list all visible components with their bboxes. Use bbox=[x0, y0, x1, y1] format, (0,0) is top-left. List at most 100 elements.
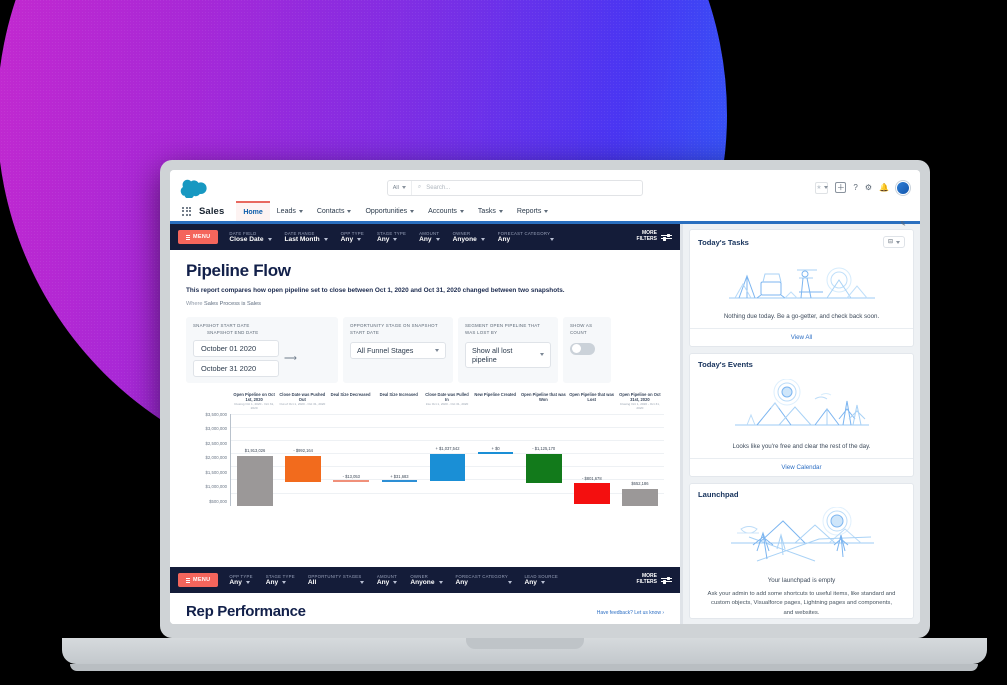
segment-lost-control: SEGMENT OPEN PIPELINE THAT WAS LOST BY S… bbox=[458, 317, 558, 383]
opportunity-stage-select[interactable]: All Funnel Stages bbox=[350, 341, 446, 359]
nav-tab-tasks[interactable]: Tasks bbox=[471, 201, 510, 221]
waterfall-chart: Open Pipeline on Oct 1st, 2020 Closing Oc… bbox=[170, 383, 680, 561]
show-as-label-line2: COUNT bbox=[570, 330, 587, 336]
pencil-edit-icon[interactable]: ✎ bbox=[900, 220, 906, 228]
global-search-box[interactable]: All ⌕ Search... bbox=[386, 179, 643, 196]
chart-y-tick: $2,500,000 bbox=[205, 440, 227, 446]
filter-opp-type[interactable]: OPP TYPE Any bbox=[341, 231, 364, 243]
search-scope-dropdown[interactable]: All bbox=[388, 180, 412, 195]
add-icon[interactable]: ＋ bbox=[835, 182, 847, 193]
chart-bar[interactable] bbox=[477, 452, 514, 454]
chart-bar-column[interactable]: - $992,164 bbox=[279, 414, 327, 506]
chart-bar-column[interactable]: - $1,125,170 bbox=[520, 414, 568, 506]
empty-tasks-illustration bbox=[690, 250, 913, 312]
help-icon[interactable]: ? bbox=[853, 183, 857, 192]
chart-bar-column[interactable]: $1,913,026 bbox=[231, 414, 279, 506]
nav-tab-label: Home bbox=[243, 208, 263, 216]
bfilter-forecast-category[interactable]: FORECAST CATEGORY Any bbox=[456, 574, 512, 586]
segment-lost-select[interactable]: Show all lost pipeline bbox=[465, 341, 551, 368]
setup-gear-icon[interactable]: ⚙ bbox=[865, 183, 872, 192]
user-avatar[interactable] bbox=[896, 180, 910, 195]
chart-bar[interactable] bbox=[237, 455, 273, 506]
chart-bar[interactable] bbox=[429, 453, 466, 482]
bfilter-stage-type[interactable]: STAGE TYPE Any bbox=[266, 574, 295, 586]
bfilter-opp-type[interactable]: OPP TYPE Any bbox=[229, 574, 252, 586]
chart-bar[interactable] bbox=[381, 480, 418, 482]
chart-bar-column[interactable]: - $13,053 bbox=[327, 414, 375, 506]
chart-column-title: Open Pipeline on Oct 1st, 2020 bbox=[233, 391, 275, 403]
chevron-down-icon bbox=[359, 581, 364, 584]
chevron-down-icon bbox=[435, 238, 440, 241]
report-header-block: Pipeline Flow This report compares how o… bbox=[170, 250, 680, 307]
filter-date-field[interactable]: DATE FIELD Close Date bbox=[229, 231, 272, 243]
chart-bar-column[interactable]: + $0 bbox=[472, 414, 520, 506]
app-launcher-icon[interactable] bbox=[182, 206, 191, 216]
top-filter-bar: MENU DATE FIELD Close Date DATE RANGE La… bbox=[170, 224, 680, 250]
nav-tab-leads[interactable]: Leads bbox=[270, 201, 310, 221]
nav-tab-reports[interactable]: Reports bbox=[510, 201, 556, 221]
chart-bar-column[interactable]: + $31,683 bbox=[375, 414, 423, 506]
search-input-placeholder[interactable]: Search... bbox=[426, 185, 450, 191]
snapshot-end-date-input[interactable]: October 31 2020 bbox=[193, 359, 279, 377]
chevron-down-icon bbox=[549, 238, 554, 241]
chart-bar-column[interactable]: - $801,678 bbox=[568, 414, 616, 506]
bfilter-owner[interactable]: OWNER Anyone bbox=[410, 574, 443, 586]
nav-tab-accounts[interactable]: Accounts bbox=[421, 201, 471, 221]
filter-owner[interactable]: OWNER Anyone bbox=[453, 231, 485, 243]
hamburger-icon bbox=[186, 577, 190, 583]
chart-bar-column[interactable]: $652,186 bbox=[616, 414, 664, 506]
bfilter-lead-source[interactable]: LEAD SOURCE Any bbox=[525, 574, 559, 586]
page-title: Pipeline Flow bbox=[186, 261, 291, 280]
bottom-more-filters-button[interactable]: MORE FILTERS bbox=[637, 573, 672, 586]
chevron-down-icon bbox=[323, 238, 328, 241]
notifications-bell-icon[interactable]: 🔔 bbox=[879, 183, 889, 192]
chart-bar-label: - $801,678 bbox=[582, 475, 602, 481]
laptop-device: All ⌕ Search... ★ ＋ ? ⚙ 🔔 Sales Home Lea… bbox=[160, 160, 930, 638]
top-menu-button[interactable]: MENU bbox=[178, 230, 219, 244]
chevron-down-icon bbox=[435, 348, 439, 352]
launchpad-empty-message: Your launchpad is empty bbox=[767, 577, 836, 585]
opportunity-stage-value: All Funnel Stages bbox=[357, 345, 414, 355]
chart-bar[interactable] bbox=[525, 453, 562, 484]
favorites-icon[interactable]: ★ bbox=[815, 181, 829, 194]
bfilter-opportunity-stages[interactable]: OPPORTUNITY STAGES All bbox=[308, 574, 364, 586]
filter-stage-type[interactable]: STAGE TYPE Any bbox=[377, 231, 406, 243]
filter-value: Anyone bbox=[452, 236, 477, 243]
filter-amount[interactable]: AMOUNT Any bbox=[419, 231, 440, 243]
segment-lost-value: Show all lost pipeline bbox=[472, 345, 513, 364]
nav-tab-label: Accounts bbox=[428, 207, 457, 215]
nav-tab-label: Leads bbox=[276, 207, 296, 215]
chart-bar[interactable] bbox=[285, 455, 321, 482]
chart-bar[interactable] bbox=[622, 488, 658, 506]
tasks-card-actions[interactable]: ⊟ bbox=[882, 236, 905, 248]
filter-forecast-category[interactable]: FORECAST CATEGORY Any bbox=[498, 231, 554, 243]
top-more-filters-button[interactable]: MORE FILTERS bbox=[637, 230, 672, 243]
bfilter-amount[interactable]: AMOUNT Any bbox=[377, 574, 398, 586]
chart-bars: $1,913,026 - $992,164 - $13,053 + $31,683 + … bbox=[231, 414, 664, 506]
right-sidebar: Today's Tasks ⊟ Nothing due today. Be a … bbox=[683, 224, 920, 624]
snapshot-start-date-input[interactable]: October 01 2020 bbox=[193, 339, 279, 357]
chart-bar[interactable] bbox=[574, 483, 610, 505]
chart-bar-column[interactable]: + $1,037,542 bbox=[423, 414, 471, 506]
app-navigation-bar: Sales Home Leads Contacts Opportunities … bbox=[180, 201, 910, 228]
chevron-down-icon bbox=[347, 209, 352, 213]
nav-tab-home[interactable]: Home bbox=[236, 201, 270, 221]
tasks-view-all-link[interactable]: View All bbox=[690, 328, 913, 346]
nav-tab-opportunities[interactable]: Opportunities bbox=[358, 201, 421, 221]
bottom-menu-button[interactable]: MENU bbox=[178, 573, 219, 587]
chevron-down-icon bbox=[357, 238, 362, 241]
chevron-down-icon bbox=[507, 581, 512, 584]
events-view-calendar-link[interactable]: View Calendar bbox=[690, 458, 913, 476]
show-as-count-toggle[interactable] bbox=[570, 342, 595, 355]
show-as-count-control: SHOW AS COUNT bbox=[563, 317, 611, 383]
filter-sliders-icon bbox=[661, 233, 672, 241]
laptop-base bbox=[62, 638, 987, 664]
nav-tab-contacts[interactable]: Contacts bbox=[310, 201, 359, 221]
chevron-down-icon bbox=[245, 581, 250, 584]
chart-bar[interactable] bbox=[333, 480, 370, 482]
filter-date-range[interactable]: DATE RANGE Last Month bbox=[285, 231, 328, 243]
filter-value: Any bbox=[497, 236, 511, 243]
stage-label-line2: START DATE bbox=[350, 330, 380, 336]
chevron-down-icon bbox=[298, 209, 303, 213]
feedback-link[interactable]: Have feedback? Let us know › bbox=[597, 610, 664, 616]
